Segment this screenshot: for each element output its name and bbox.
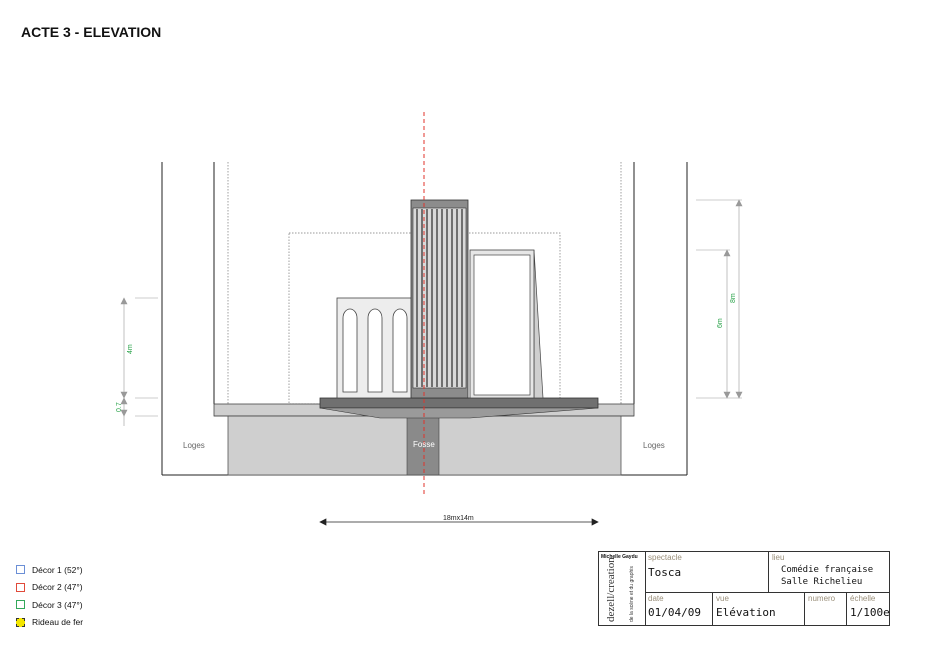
dimension-left — [120, 297, 158, 426]
legend-swatch — [16, 582, 25, 592]
legend-label: Décor 3 (47°) — [32, 599, 83, 610]
echelle-cell: échelle 1/100e — [847, 593, 890, 625]
spectacle-cell: spectacle Tosca — [645, 552, 769, 593]
logo: Michelle Gaydu dezell/creation de la scè… — [599, 552, 646, 625]
dim-07-label: 0.7 — [116, 402, 123, 412]
legend-item: Décor 2 (47°) — [16, 579, 83, 597]
legend-item: Décor 1 (52°) — [16, 561, 83, 579]
legend-item: Rideau de fer — [16, 614, 83, 632]
fluted-column — [410, 199, 469, 399]
spectacle-value: Tosca — [648, 566, 682, 579]
dim-6m-label: 6m — [717, 318, 724, 328]
legend-label: Décor 1 (52°) — [32, 564, 83, 575]
platform-top — [319, 397, 599, 409]
brand-tagline: de la scène et du graphis — [629, 566, 635, 622]
fosse-label: Fosse — [413, 440, 435, 449]
loges-right-label: Loges — [643, 441, 665, 450]
brand-name: dezell/creation — [605, 557, 617, 622]
door-panel-decor — [469, 249, 544, 399]
vue-cell: vue Elévation — [713, 593, 805, 625]
date-label: date — [648, 594, 664, 603]
echelle-label: échelle — [850, 594, 876, 603]
date-cell: date 01/04/09 — [645, 593, 713, 625]
legend-label: Décor 2 (47°) — [32, 582, 83, 593]
lieu-value-1: Comédie française — [781, 565, 874, 575]
legend-label: Rideau de fer — [32, 617, 84, 628]
lieu-value-2: Salle Richelieu — [781, 577, 863, 587]
lieu-cell: lieu Comédie française Salle Richelieu — [769, 552, 889, 593]
legend-swatch — [16, 600, 25, 610]
date-value: 01/04/09 — [648, 606, 701, 619]
legend-swatch — [16, 617, 25, 627]
loges-left-label: Loges — [183, 441, 205, 450]
arched-wall-decor — [336, 297, 416, 399]
title-block: Michelle Gaydu dezell/creation de la scè… — [598, 551, 890, 626]
legend: Décor 1 (52°) Décor 2 (47°) Décor 3 (47°… — [16, 561, 83, 631]
legend-item: Décor 3 (47°) — [16, 596, 83, 614]
vue-label: vue — [716, 594, 729, 603]
echelle-value: 1/100e — [850, 606, 890, 619]
numero-cell: numero — [805, 593, 847, 625]
lieu-label: lieu — [772, 553, 785, 562]
spectacle-label: spectacle — [648, 553, 682, 562]
vue-value: Elévation — [716, 606, 776, 619]
legend-swatch — [16, 565, 25, 575]
dim-8m-label: 8m — [730, 293, 737, 303]
dim-4m-label: 4m — [127, 344, 134, 354]
dim-width-label: 18mx14m — [443, 515, 474, 522]
numero-label: numero — [808, 594, 836, 603]
